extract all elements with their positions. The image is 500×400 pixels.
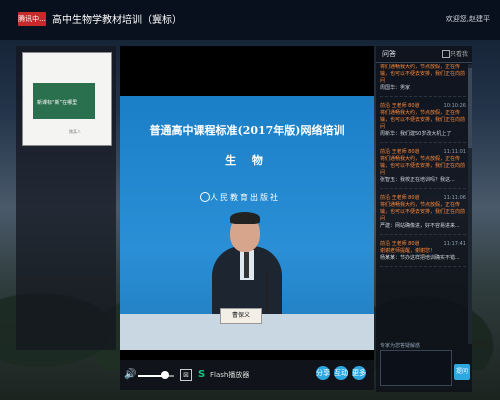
slide-thumbnail-panel: 新课标“新”在哪里 魏某人	[16, 46, 116, 350]
qa-asker: 前沿 王老师 80道	[380, 241, 420, 247]
video-subject: 生 物	[225, 154, 269, 167]
video-frame[interactable]: 普通高中课程标准(2017年版)网络培训 生 物 人民教育出版社 曹保义	[120, 96, 374, 350]
qa-message-list: 将们通畅我大约，节点放假，正在传输，也可以不便去安排，我们正在向前问 周国华：男家…	[380, 64, 466, 342]
volume-knob[interactable]	[161, 371, 169, 379]
qa-time: 11:11:01	[443, 149, 466, 155]
qa-message-header: 前沿 王老师 80道 11:17:41	[380, 241, 466, 248]
player-controls: 🔊 ⊠ S Flash播放器 分享 互动 更多	[120, 360, 374, 390]
qa-asker: 前沿 王老师 80道	[380, 103, 420, 109]
qa-question: 将们通畅我大约，节点放假，正在传输，也可以不便去安排，我们正在向前问	[380, 202, 466, 222]
qa-question: 将们通畅我大约，节点放假，正在传输，也可以不便去安排，我们正在向前问	[380, 64, 466, 84]
qa-message-header: 前沿 王老师 80道 11:11:06	[380, 195, 466, 202]
qa-asker: 前沿 王老师 80道	[380, 149, 420, 155]
share-button[interactable]: 分享	[316, 366, 330, 380]
qa-scrollbar[interactable]	[468, 64, 472, 344]
video-headline: 普通高中课程标准(2017年版)网络培训	[149, 124, 345, 137]
qa-question: 将们通畅我大约，节点放假，正在传输，也可以不便去安排，我们正在向前问	[380, 110, 466, 130]
qa-reply: 严建：网站确像进，好不容易进来...	[380, 223, 460, 229]
welcome-text[interactable]: 欢迎您,赵建平	[446, 14, 490, 24]
course-title: 高中生物学教材培训（冀标）	[52, 15, 182, 26]
qa-reply: 周新华：我们建50岁改大机上了	[380, 131, 452, 137]
speaker-hair	[230, 212, 260, 224]
thumbnail-author: 魏某人	[69, 129, 81, 134]
thumbnail-slide-text: 新课标“新”在哪里	[37, 100, 78, 106]
app-logo: 腾讯中...	[18, 12, 46, 26]
microphone-icon	[266, 272, 268, 312]
qa-time: 10:10:26	[443, 103, 466, 109]
top-bar: 腾讯中... 高中生物学教材培训（冀标） 欢迎您,赵建平	[0, 0, 500, 40]
qa-message-header: 前沿 王老师 80道 11:11:01	[380, 149, 466, 156]
speaker-nameplate: 曹保义	[220, 308, 262, 324]
only-mine-checkbox[interactable]	[442, 50, 450, 58]
speaker-tie	[244, 252, 249, 278]
ask-hint: 专家为您答疑解惑	[380, 343, 421, 349]
qa-message: 前沿 王老师 80道 11:11:06 将们通畅我大约，节点放假，正在传输，也可以不…	[380, 195, 466, 235]
qa-scroll-thumb[interactable]	[468, 68, 472, 148]
only-mine-label[interactable]: 只看我	[450, 49, 468, 58]
fullscreen-icon[interactable]: ⊠	[180, 369, 192, 381]
qa-reply: 张智玉：我校正在培训吗？我这...	[380, 177, 455, 183]
interact-button[interactable]: 互动	[334, 366, 348, 380]
qa-reply: 周国华：男家	[380, 85, 411, 91]
flash-icon: S	[198, 369, 206, 380]
flash-player-label: Flash播放器	[210, 371, 250, 379]
qa-message-header: 前沿 王老师 80道 10:10:26	[380, 103, 466, 110]
qa-question: 将们通畅我大约，节点放假，正在传输，也可以不便去安排，我们正在向前问	[380, 156, 466, 176]
qa-message: 前沿 王老师 80道 11:11:01 将们通畅我大约，节点放假，正在传输，也可以不…	[380, 149, 466, 189]
qa-message: 前沿 王老师 80道 11:17:41 谢谢老师提醒，谢谢您！ 杨某某：节办这样把培训…	[380, 241, 466, 267]
volume-icon[interactable]: 🔊	[124, 369, 136, 380]
qa-title: 问答	[382, 50, 396, 58]
qa-message: 将们通畅我大约，节点放假，正在传输，也可以不便去安排，我们正在向前问 周国华：男家	[380, 64, 466, 97]
qa-message: 前沿 王老师 80道 10:10:26 将们通畅我大约，节点放假，正在传输，也可以不…	[380, 103, 466, 143]
publisher-name: 人民教育出版社	[210, 193, 280, 202]
publisher-logo-icon	[200, 192, 210, 202]
question-input[interactable]	[380, 350, 452, 386]
qa-question: 谢谢老师提醒，谢谢您！	[380, 248, 436, 254]
qa-header: 问答 只看我	[376, 46, 472, 63]
qa-panel: 问答 只看我 将们通畅我大约，节点放假，正在传输，也可以不便去安排，我们正在向前…	[376, 46, 472, 392]
qa-time: 11:11:06	[443, 195, 466, 201]
slide-thumbnail[interactable]: 新课标“新”在哪里 魏某人	[22, 52, 112, 146]
video-player[interactable]: 普通高中课程标准(2017年版)网络培训 生 物 人民教育出版社 曹保义	[120, 46, 374, 360]
qa-time: 11:17:41	[443, 241, 466, 247]
qa-asker: 前沿 王老师 80道	[380, 195, 420, 201]
qa-reply: 杨某某：节办这样把培训确实不错...	[380, 255, 460, 261]
ask-button[interactable]: 提问	[454, 364, 470, 380]
more-button[interactable]: 更多	[352, 366, 366, 380]
